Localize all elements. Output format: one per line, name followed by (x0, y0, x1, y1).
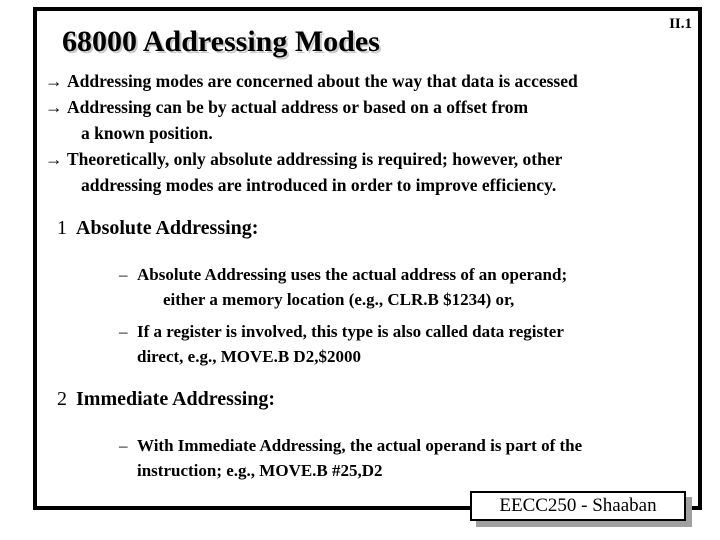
sub-bullet-text: Absolute Addressing uses the actual addr… (137, 265, 568, 284)
bullet-text: a known position. (81, 123, 213, 143)
section-title: Immediate Addressing: (76, 388, 276, 410)
footer-badge: EECC250 - Shaaban (470, 491, 686, 521)
dash-bullet-icon: – (119, 322, 128, 341)
slide-frame: II.1 68000 Addressing Modes → Addressing… (33, 7, 702, 510)
bullet-text: Addressing modes are concerned about the… (67, 71, 578, 91)
sub-bullet-text: With Immediate Addressing, the actual op… (137, 436, 583, 455)
bullet-item: → Addressing modes are concerned about t… (45, 69, 692, 94)
arrow-bullet-icon: → (45, 149, 63, 169)
section-number: 2 (57, 388, 67, 410)
dash-bullet-icon: – (119, 436, 128, 455)
sub-bullet-item: – With Immediate Addressing, the actual … (45, 433, 692, 483)
arrow-bullet-icon: → (45, 71, 63, 91)
section-title: Absolute Addressing: (76, 217, 259, 239)
sub-bullet-item: – Absolute Addressing uses the actual ad… (45, 262, 692, 312)
section-heading: 1 Absolute Addressing: (45, 214, 692, 242)
bullet-text: Addressing can be by actual address or b… (67, 97, 529, 117)
sub-bullet-continuation: direct, e.g., MOVE.B D2,$2000 (137, 347, 361, 366)
bullet-item: → Theoretically, only absolute addressin… (45, 147, 692, 172)
bullet-text: Theoretically, only absolute addressing … (67, 149, 563, 169)
arrow-bullet-icon: → (45, 97, 63, 117)
section-heading: 2 Immediate Addressing: (45, 385, 692, 413)
sub-bullet-continuation: instruction; e.g., MOVE.B #25,D2 (137, 461, 383, 480)
section-number: 1 (57, 217, 67, 239)
page-number: II.1 (669, 16, 692, 32)
bullet-continuation: addressing modes are introduced in order… (45, 173, 692, 198)
slide-body: → Addressing modes are concerned about t… (45, 69, 692, 483)
sub-bullet-continuation: either a memory location (e.g., CLR.B $1… (163, 290, 515, 309)
sub-bullet-item: – If a register is involved, this type i… (45, 319, 692, 369)
sub-bullet-text: If a register is involved, this type is … (137, 322, 564, 341)
dash-bullet-icon: – (119, 265, 128, 284)
bullet-text: addressing modes are introduced in order… (81, 175, 557, 195)
page-title: 68000 Addressing Modes (62, 25, 380, 58)
bullet-item: → Addressing can be by actual address or… (45, 95, 692, 120)
footer-badge-label: EECC250 - Shaaban (499, 495, 657, 516)
bullet-continuation: a known position. (45, 121, 692, 146)
